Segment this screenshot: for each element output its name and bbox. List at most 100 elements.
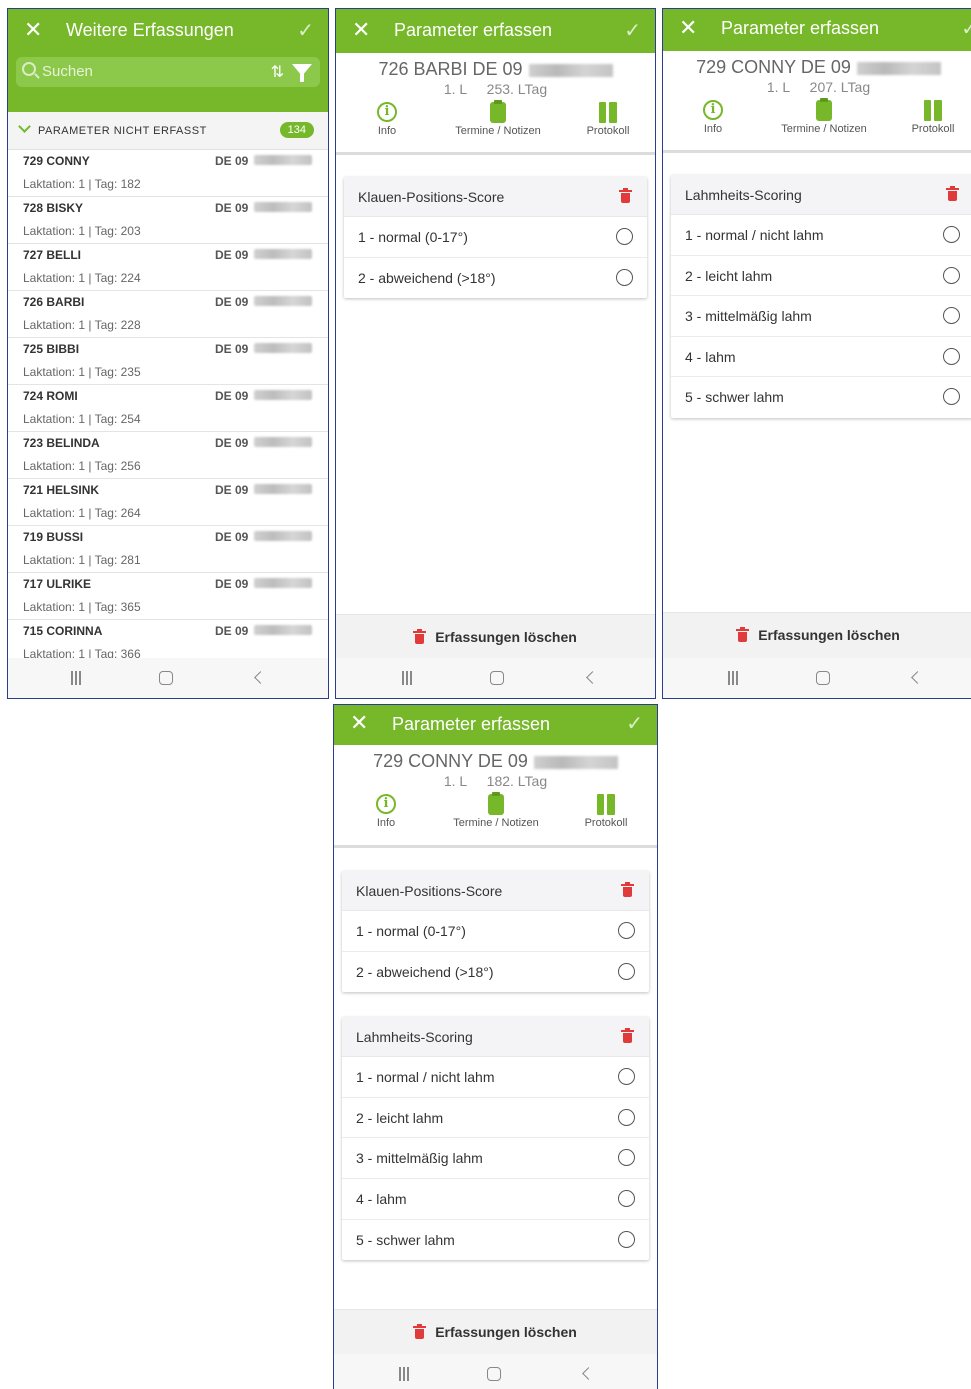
- list-item[interactable]: 723 BELINDA DE 09 Laktation: 1 | Tag: 25…: [8, 432, 328, 479]
- tab-protokoll[interactable]: Protokoll: [553, 101, 655, 137]
- radio-button[interactable]: [618, 962, 635, 980]
- tab-termine-notizen[interactable]: Termine / Notizen: [769, 97, 879, 135]
- list-item[interactable]: 721 HELSINK DE 09 Laktation: 1 | Tag: 26…: [8, 479, 328, 526]
- delete-footer[interactable]: Erfassungen löschen: [334, 1309, 657, 1355]
- option-row[interactable]: 4 - lahm: [671, 337, 971, 378]
- back-icon[interactable]: [582, 1367, 595, 1380]
- list-item[interactable]: 729 CONNY DE 09 Laktation: 1 | Tag: 182: [8, 150, 328, 197]
- tab-info[interactable]: i Info: [336, 101, 442, 137]
- radio-button[interactable]: [618, 1230, 635, 1248]
- radio-button[interactable]: [616, 228, 633, 245]
- home-icon[interactable]: [487, 1367, 501, 1381]
- tab-label: Termine / Notizen: [781, 123, 867, 135]
- home-icon[interactable]: [159, 671, 173, 685]
- option-row[interactable]: 5 - schwer lahm: [671, 377, 971, 418]
- check-icon[interactable]: ✓: [297, 18, 314, 42]
- list-item[interactable]: 726 BARBI DE 09 Laktation: 1 | Tag: 228: [8, 291, 328, 338]
- animal-name: 724 ROMI: [23, 389, 78, 403]
- card-title: Klauen-Positions-Score: [358, 189, 505, 205]
- card-header: Lahmheits-Scoring: [671, 175, 971, 215]
- list-item[interactable]: 725 BIBBI DE 09 Laktation: 1 | Tag: 235: [8, 338, 328, 385]
- option-row[interactable]: 5 - schwer lahm: [342, 1220, 649, 1261]
- tab-protokoll[interactable]: Protokoll: [878, 99, 971, 135]
- option-label: 1 - normal / nicht lahm: [685, 227, 824, 243]
- animal-id: DE 09: [215, 201, 249, 215]
- animal-name: 727 BELLI: [23, 248, 82, 262]
- radio-button[interactable]: [618, 1068, 635, 1086]
- recent-apps-icon[interactable]: [69, 671, 83, 685]
- close-icon[interactable]: ✕: [352, 18, 370, 43]
- close-icon[interactable]: ✕: [24, 18, 42, 43]
- delete-footer[interactable]: Erfassungen löschen: [663, 612, 971, 658]
- card-lahmheits-scoring: Lahmheits-Scoring 1 - normal / nicht lah…: [671, 175, 971, 418]
- parameter-content: Lahmheits-Scoring 1 - normal / nicht lah…: [663, 175, 971, 418]
- clipboard-icon: [490, 99, 506, 123]
- radio-button[interactable]: [943, 266, 960, 284]
- animal-header: 726 BARBI DE 09 1. L 253. LTag i Info Ter…: [336, 53, 655, 155]
- animal-list: 729 CONNY DE 09 Laktation: 1 | Tag: 182 …: [8, 150, 328, 667]
- option-row[interactable]: 1 - normal / nicht lahm: [671, 215, 971, 256]
- trash-icon[interactable]: [621, 882, 634, 897]
- recent-apps-icon[interactable]: [400, 671, 414, 685]
- tab-label: Protokoll: [911, 123, 955, 135]
- option-row[interactable]: 2 - abweichend (>18°): [342, 952, 649, 993]
- app-header: ✕ Weitere Erfassungen ✓ Suchen ⇅: [8, 9, 328, 112]
- radio-button[interactable]: [618, 922, 635, 939]
- option-row[interactable]: 1 - normal (0-17°): [344, 217, 647, 258]
- back-icon[interactable]: [586, 671, 599, 684]
- list-item[interactable]: 727 BELLI DE 09 Laktation: 1 | Tag: 224: [8, 244, 328, 291]
- radio-button[interactable]: [618, 1149, 635, 1167]
- recent-apps-icon[interactable]: [397, 1367, 411, 1381]
- option-row[interactable]: 1 - normal / nicht lahm: [342, 1057, 649, 1098]
- option-label: 4 - lahm: [685, 348, 736, 365]
- recent-apps-icon[interactable]: [726, 671, 740, 685]
- close-icon[interactable]: ✕: [350, 711, 368, 736]
- redacted-id: [254, 202, 312, 212]
- redacted-id: [528, 63, 613, 77]
- back-icon[interactable]: [911, 671, 924, 684]
- list-item[interactable]: 717 ULRIKE DE 09 Laktation: 1 | Tag: 365: [8, 573, 328, 620]
- tab-termine-notizen[interactable]: Termine / Notizen: [441, 791, 551, 829]
- radio-button[interactable]: [618, 1108, 635, 1126]
- delete-records-button[interactable]: Erfassungen löschen: [758, 627, 900, 643]
- trash-icon[interactable]: [946, 186, 959, 201]
- tab-info[interactable]: i Info: [663, 99, 768, 135]
- check-icon[interactable]: ✓: [626, 711, 643, 735]
- tab-info[interactable]: i Info: [334, 793, 441, 829]
- sort-icon[interactable]: ⇅: [271, 62, 284, 81]
- option-row[interactable]: 2 - leicht lahm: [671, 256, 971, 297]
- option-row[interactable]: 1 - normal (0-17°): [342, 911, 649, 952]
- option-row[interactable]: 3 - mittelmäßig lahm: [671, 296, 971, 337]
- radio-button[interactable]: [943, 226, 960, 243]
- list-item[interactable]: 719 BUSSI DE 09 Laktation: 1 | Tag: 281: [8, 526, 328, 573]
- trash-icon[interactable]: [621, 1028, 634, 1044]
- option-row[interactable]: 2 - abweichend (>18°): [344, 258, 647, 299]
- radio-button[interactable]: [618, 1189, 635, 1207]
- option-row[interactable]: 4 - lahm: [342, 1179, 649, 1220]
- check-icon[interactable]: ✓: [624, 18, 641, 42]
- list-item[interactable]: 728 BISKY DE 09 Laktation: 1 | Tag: 203: [8, 197, 328, 244]
- back-icon[interactable]: [254, 671, 267, 684]
- radio-button[interactable]: [616, 268, 633, 286]
- close-icon[interactable]: ✕: [679, 16, 697, 41]
- animal-name: 721 HELSINK: [23, 483, 100, 497]
- card-header: Klauen-Positions-Score: [344, 177, 647, 217]
- radio-button[interactable]: [943, 347, 960, 365]
- tab-protokoll[interactable]: Protokoll: [551, 793, 657, 829]
- radio-button[interactable]: [943, 307, 960, 325]
- delete-footer[interactable]: Erfassungen löschen: [336, 614, 655, 660]
- delete-records-button[interactable]: Erfassungen löschen: [435, 629, 577, 645]
- filter-icon[interactable]: [292, 64, 312, 82]
- tab-termine-notizen[interactable]: Termine / Notizen: [443, 99, 553, 137]
- radio-button[interactable]: [943, 388, 960, 406]
- option-row[interactable]: 2 - leicht lahm: [342, 1098, 649, 1139]
- list-item[interactable]: 724 ROMI DE 09 Laktation: 1 | Tag: 254: [8, 385, 328, 432]
- home-icon[interactable]: [816, 671, 830, 685]
- home-icon[interactable]: [490, 671, 504, 685]
- trash-icon[interactable]: [619, 188, 632, 203]
- search-input[interactable]: Suchen ⇅: [16, 57, 320, 87]
- group-header-parameter-nicht-erfasst[interactable]: PARAMETER NICHT ERFASST 134: [8, 112, 328, 150]
- delete-records-button[interactable]: Erfassungen löschen: [435, 1324, 577, 1340]
- option-row[interactable]: 3 - mittelmäßig lahm: [342, 1138, 649, 1179]
- check-icon[interactable]: ✓: [961, 16, 971, 40]
